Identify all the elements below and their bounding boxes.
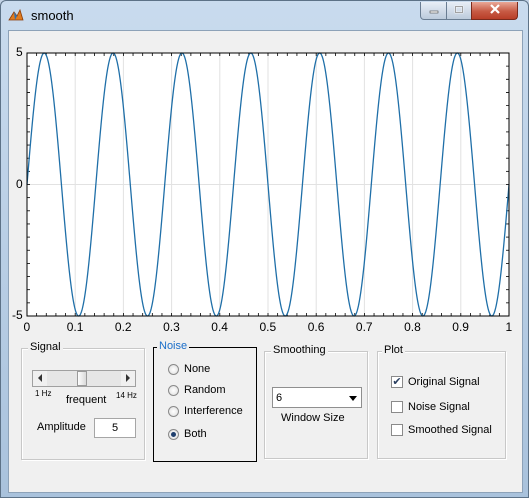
- radio-random[interactable]: [168, 384, 179, 396]
- noise-option-label: Both: [184, 428, 207, 440]
- window-size-dropdown[interactable]: 6: [272, 387, 362, 408]
- dropdown-button[interactable]: [345, 388, 361, 407]
- noise-option-both[interactable]: Both: [168, 428, 207, 440]
- window-size-value: 6: [276, 392, 283, 404]
- y-tick-label: 5: [16, 45, 23, 59]
- close-icon: [489, 4, 501, 17]
- signal-panel-title: Signal: [28, 341, 63, 353]
- slider-thumb[interactable]: [77, 371, 87, 386]
- frequency-slider[interactable]: [32, 370, 136, 387]
- signal-panel: Signal 1 Hz 14 Hz frequent Amplitude 5: [21, 341, 145, 460]
- y-tick-label: -5: [12, 308, 23, 322]
- noise-option-interference[interactable]: Interference: [168, 405, 243, 417]
- radio-none[interactable]: [168, 363, 179, 375]
- radio-interference[interactable]: [168, 405, 179, 417]
- slider-right-button[interactable]: [121, 371, 135, 386]
- window-size-label: Window Size: [281, 412, 345, 424]
- noise-option-label: None: [184, 363, 211, 375]
- maximize-icon: [454, 5, 464, 17]
- noise-panel-title: Noise: [157, 340, 190, 352]
- maximize-button[interactable]: [446, 2, 472, 20]
- plot-option-smoothed[interactable]: Smoothed Signal: [391, 424, 492, 436]
- x-tick-label: 0.8: [404, 320, 421, 334]
- x-tick-label: 0.2: [114, 320, 132, 334]
- slider-track[interactable]: [47, 371, 121, 386]
- plot-option-original[interactable]: ✔ Original Signal: [391, 376, 480, 388]
- x-tick-label: 0.9: [452, 320, 469, 334]
- smoothing-panel-title: Smoothing: [271, 344, 328, 356]
- figure-window: smooth 0 0.1 0.2 0.3 0.4 0.5 0.6 0.7 0.8 0.9 1 5 0 -5…: [0, 0, 529, 498]
- noise-option-none[interactable]: None: [168, 363, 210, 375]
- radio-both[interactable]: [168, 428, 179, 440]
- x-tick-label: 1: [505, 320, 513, 334]
- plot-option-label: Smoothed Signal: [408, 424, 492, 436]
- checkbox-noise-signal[interactable]: [391, 401, 403, 413]
- plot-option-label: Original Signal: [408, 376, 480, 388]
- x-tick-label: 0.3: [163, 320, 180, 334]
- slider-max-label: 14 Hz: [116, 391, 137, 400]
- x-tick-label: 0.1: [66, 320, 84, 334]
- y-tick-label: 0: [16, 176, 23, 191]
- chevron-down-icon: [349, 392, 357, 404]
- noise-option-label: Random: [184, 384, 226, 396]
- signal-plot-axes[interactable]: [9, 31, 522, 341]
- window-title: smooth: [31, 8, 74, 23]
- checkbox-smoothed-signal[interactable]: [391, 424, 403, 436]
- minimize-button[interactable]: [420, 2, 447, 20]
- matlab-figure-icon: [8, 8, 24, 24]
- x-tick-label: 0.7: [355, 320, 373, 334]
- checkbox-original-signal[interactable]: ✔: [391, 376, 403, 388]
- plot-panel-title: Plot: [382, 344, 405, 356]
- amplitude-input[interactable]: [94, 418, 136, 438]
- x-tick-label: 0.4: [211, 320, 228, 334]
- noise-option-random[interactable]: Random: [168, 384, 226, 396]
- close-button[interactable]: [471, 2, 518, 20]
- arrow-left-icon: [37, 373, 43, 385]
- noise-option-label: Interference: [184, 405, 243, 417]
- slider-left-button[interactable]: [33, 371, 47, 386]
- plot-option-noise[interactable]: Noise Signal: [391, 401, 470, 413]
- figure-client-area: 0 0.1 0.2 0.3 0.4 0.5 0.6 0.7 0.8 0.9 1 5 0 -5 Signal: [8, 30, 523, 493]
- x-tick-label: 0.6: [307, 320, 325, 334]
- x-tick-label: 0.5: [259, 320, 277, 334]
- x-tick-label: 0: [23, 320, 31, 334]
- slider-caption: frequent: [66, 394, 107, 406]
- arrow-right-icon: [125, 373, 131, 385]
- noise-panel: Noise None Random Interference Both: [153, 340, 257, 462]
- slider-min-label: 1 Hz: [35, 389, 52, 398]
- minimize-icon: [429, 5, 439, 17]
- title-bar[interactable]: smooth: [1, 1, 528, 30]
- amplitude-label: Amplitude: [37, 421, 86, 433]
- plot-option-label: Noise Signal: [408, 401, 470, 413]
- plot-panel: Plot ✔ Original Signal Noise Signal Smoo…: [377, 344, 506, 459]
- smoothing-panel: Smoothing 6 Window Size: [264, 344, 368, 459]
